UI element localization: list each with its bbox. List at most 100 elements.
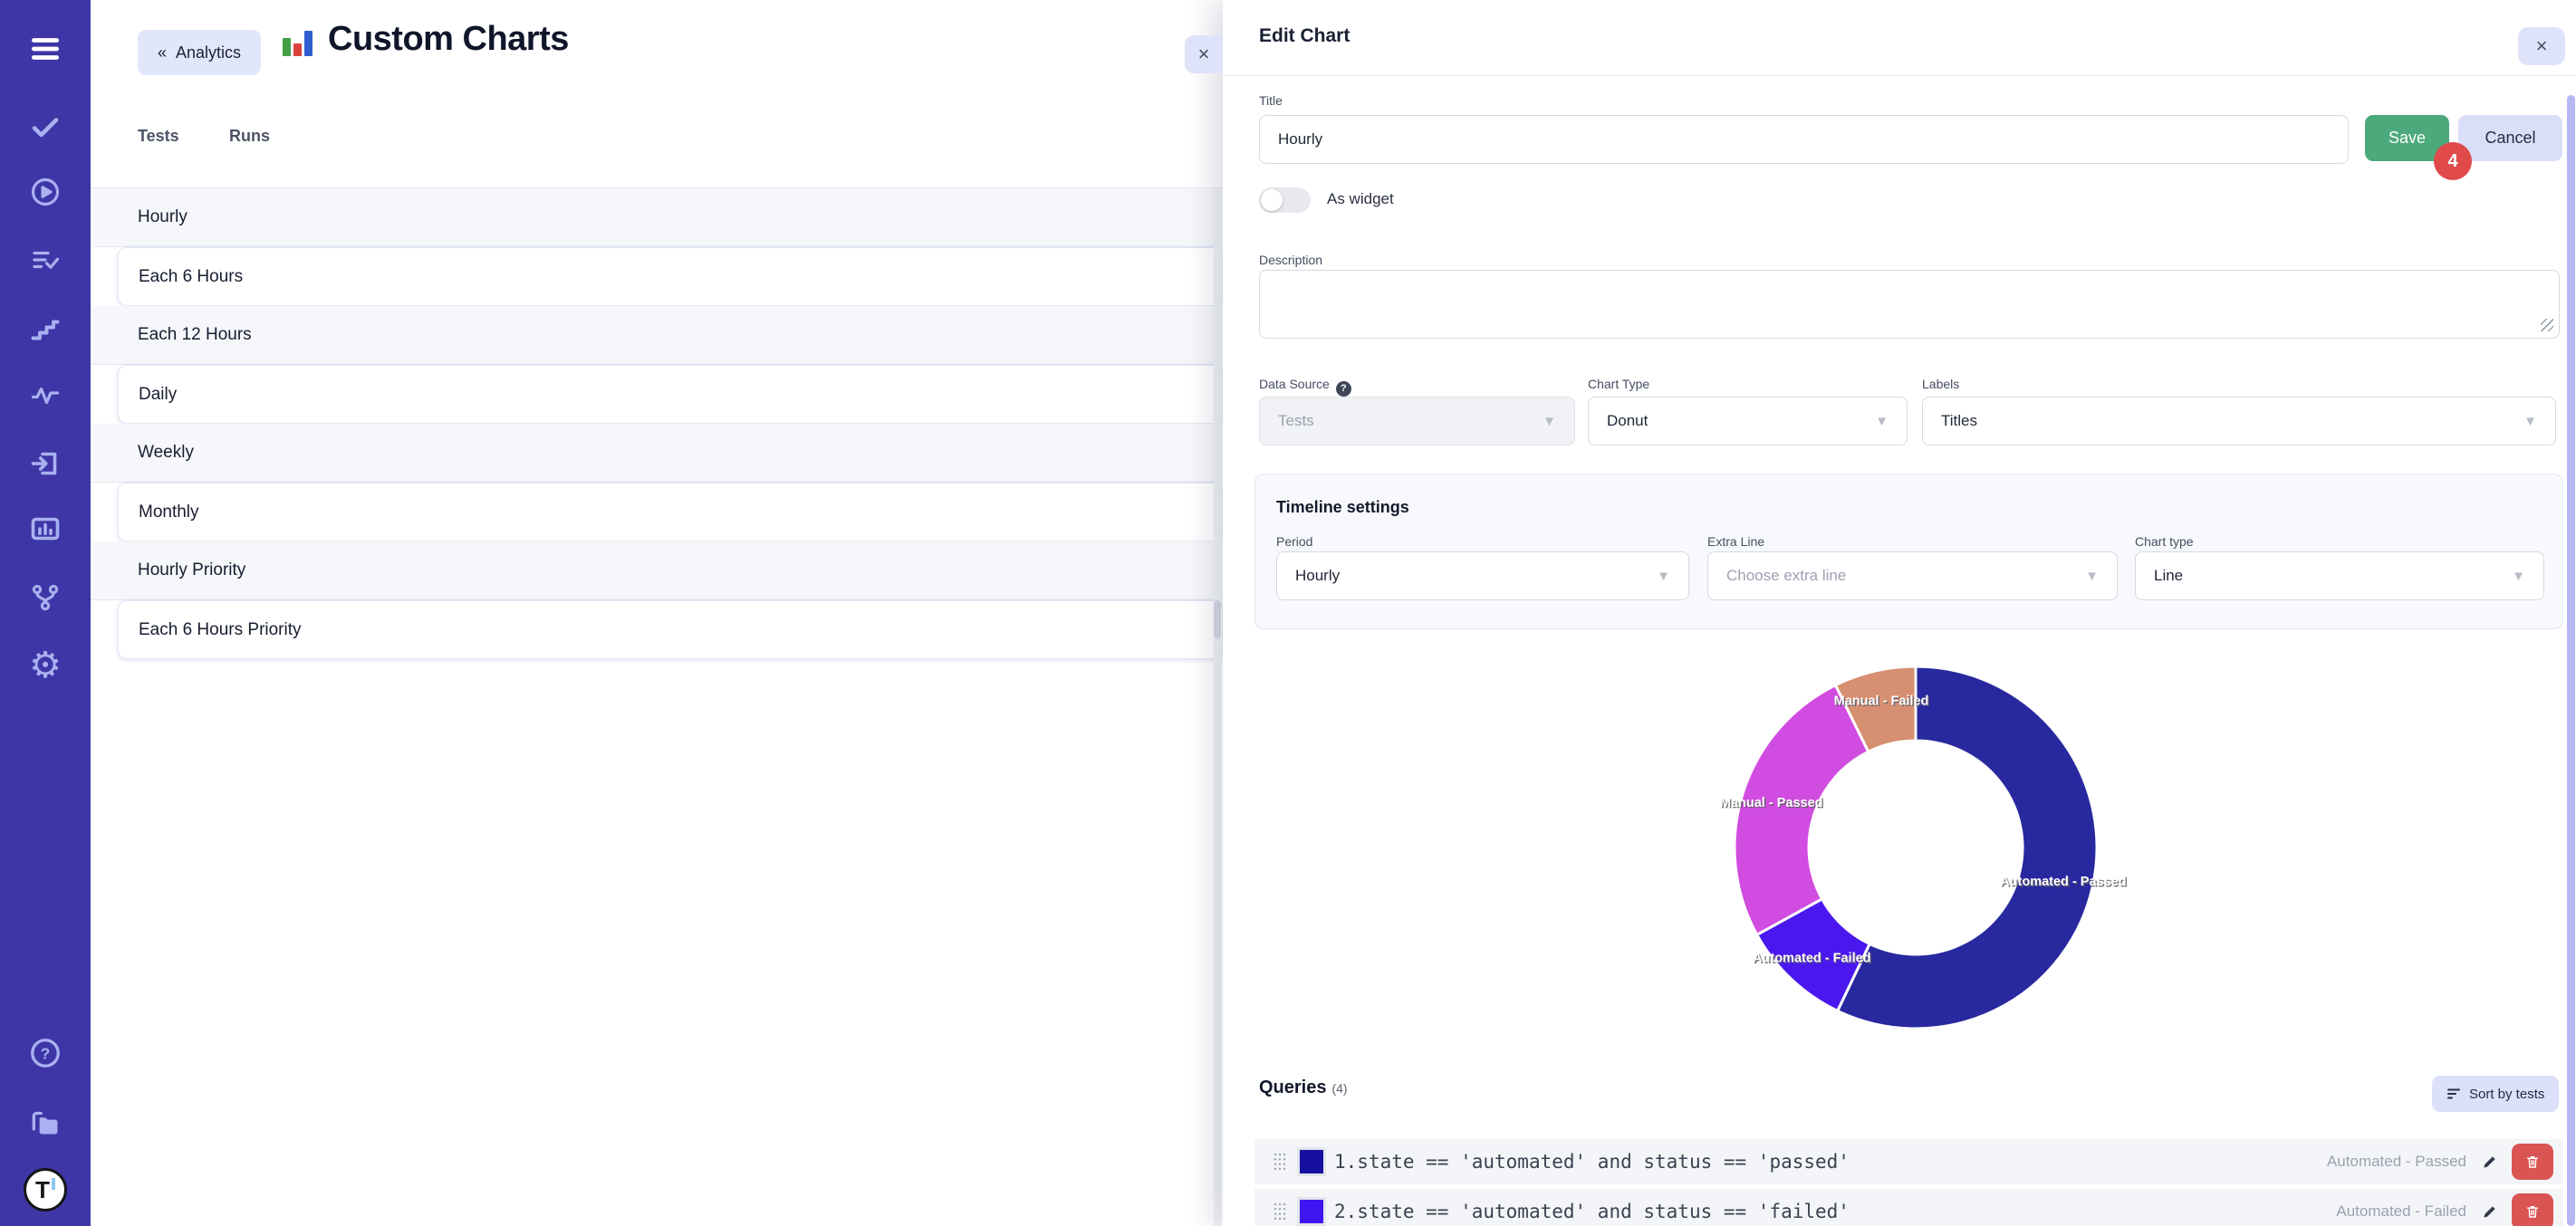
projects-folders-icon[interactable] xyxy=(25,1102,65,1142)
donut-slice-label: Manual - Failed xyxy=(1834,694,1929,708)
chart-list-item[interactable]: Each 12 Hours xyxy=(91,306,1223,365)
hamburger-menu-icon[interactable] xyxy=(25,29,65,69)
runs-play-circle-icon[interactable] xyxy=(25,172,65,212)
edit-pencil-icon[interactable] xyxy=(2481,1153,2499,1171)
trash-icon xyxy=(2524,1153,2541,1171)
chevron-down-icon: ▼ xyxy=(2512,569,2525,584)
donut-slice-label: Automated - Failed xyxy=(1753,951,1871,965)
query-row: 2.state == 'automated' and status == 'fa… xyxy=(1254,1189,2563,1226)
query-row: 1.state == 'automated' and status == 'pa… xyxy=(1254,1139,2563,1184)
list-scrollbar-thumb[interactable] xyxy=(1214,600,1221,638)
title-input-value: Hourly xyxy=(1278,130,1322,148)
chart-list-item-label: Each 6 Hours Priority xyxy=(119,620,302,640)
queries-count-badge: 4 xyxy=(2434,142,2472,180)
chart-list-item[interactable]: Daily xyxy=(118,365,1223,424)
sort-icon xyxy=(2446,1087,2461,1101)
timeline-settings-box: Timeline settings Period Extra Line Char… xyxy=(1254,474,2563,629)
donut-chart: Automated - PassedAutomated - PassedAuto… xyxy=(1680,634,2151,1065)
description-textarea[interactable] xyxy=(1259,270,2560,339)
analytics-pulse-icon[interactable] xyxy=(25,376,65,416)
timeline-chart-type-value: Line xyxy=(2154,567,2183,585)
app-root: ⚙ ? T « Analytics Custom Charts Tests Ru… xyxy=(0,0,2576,1226)
close-icon: × xyxy=(1198,43,1210,66)
chevron-down-icon: ▼ xyxy=(2523,414,2537,429)
chart-list-item[interactable]: Hourly Priority xyxy=(91,541,1223,600)
labels-value: Titles xyxy=(1941,412,1977,430)
cancel-button[interactable]: Cancel xyxy=(2458,115,2562,161)
drawer-close-right-button[interactable]: × xyxy=(2518,27,2565,65)
list-scrollbar-track xyxy=(1214,188,1221,1226)
chart-list-item-label: Hourly xyxy=(91,207,187,227)
title-input[interactable]: Hourly xyxy=(1259,115,2349,164)
drawer-close-left-button[interactable]: × xyxy=(1185,35,1223,73)
drag-handle-icon[interactable] xyxy=(1273,1152,1286,1172)
chart-list-item-label: Each 6 Hours xyxy=(119,267,243,287)
chart-list-item-label: Each 12 Hours xyxy=(91,325,252,345)
query-code: state == 'automated' and status == 'pass… xyxy=(1357,1151,1850,1173)
chart-list-item[interactable]: Hourly xyxy=(91,188,1223,247)
as-widget-label: As widget xyxy=(1327,190,1394,208)
sidebar: ⚙ ? T xyxy=(0,0,91,1226)
labels-select[interactable]: Titles ▼ xyxy=(1922,397,2556,445)
git-branch-icon[interactable] xyxy=(25,578,65,618)
import-sign-in-icon[interactable] xyxy=(25,444,65,484)
svg-text:?: ? xyxy=(41,1044,51,1062)
chart-list-item[interactable]: Monthly xyxy=(118,483,1223,541)
chevron-down-icon: ▼ xyxy=(1657,569,1670,584)
chart-type-value: Donut xyxy=(1607,412,1648,430)
data-source-select[interactable]: Tests ▼ xyxy=(1259,397,1575,445)
help-circle-icon[interactable]: ? xyxy=(1336,381,1351,397)
period-select[interactable]: Hourly ▼ xyxy=(1276,551,1689,600)
bar-chart-emoji-icon xyxy=(281,22,315,58)
app-logo[interactable]: T xyxy=(24,1168,67,1212)
drawer-scrollbar-thumb[interactable] xyxy=(2567,95,2575,1226)
toggle-knob xyxy=(1261,189,1283,211)
delete-query-button[interactable] xyxy=(2512,1193,2553,1226)
edit-pencil-icon[interactable] xyxy=(2481,1202,2499,1221)
custom-charts-panel: « Analytics Custom Charts Tests Runs Hou… xyxy=(91,0,1223,1226)
page-title: Custom Charts xyxy=(281,20,569,59)
chart-list-item[interactable]: Each 6 Hours Priority xyxy=(118,600,1223,659)
back-button-label: Analytics xyxy=(176,43,241,62)
query-series-label: Automated - Failed xyxy=(2336,1202,2466,1221)
chart-list-item[interactable]: Weekly xyxy=(91,424,1223,483)
delete-query-button[interactable] xyxy=(2512,1144,2553,1180)
as-widget-toggle[interactable] xyxy=(1259,187,1311,213)
settings-gear-icon[interactable]: ⚙ xyxy=(25,646,65,685)
chart-list-item[interactable]: Each 6 Hours xyxy=(118,247,1223,306)
sort-by-tests-button[interactable]: Sort by tests xyxy=(2432,1076,2559,1112)
milestones-steps-icon[interactable] xyxy=(25,309,65,349)
drag-handle-icon[interactable] xyxy=(1273,1202,1286,1221)
tab-tests[interactable]: Tests xyxy=(138,127,179,146)
query-code: state == 'automated' and status == 'fail… xyxy=(1357,1201,1850,1222)
drawer-header: Edit Chart × xyxy=(1223,0,2576,76)
close-icon: × xyxy=(2536,34,2548,58)
queries-count: (4) xyxy=(1331,1081,1347,1096)
chart-list-item-label: Hourly Priority xyxy=(91,560,245,580)
reports-bar-chart-icon[interactable] xyxy=(25,509,65,549)
period-value: Hourly xyxy=(1295,567,1340,585)
donut-slice-label: Manual - Passed xyxy=(1720,796,1823,810)
description-label: Description xyxy=(1259,253,1322,267)
back-to-analytics-button[interactable]: « Analytics xyxy=(138,30,261,75)
help-question-icon[interactable]: ? xyxy=(25,1033,65,1073)
tab-runs[interactable]: Runs xyxy=(229,127,270,146)
drawer-title: Edit Chart xyxy=(1259,25,1350,47)
chevron-down-icon: ▼ xyxy=(1543,414,1556,429)
chart-type-select[interactable]: Donut ▼ xyxy=(1588,397,1908,445)
query-rows: 1.state == 'automated' and status == 'pa… xyxy=(1254,1139,2563,1226)
timeline-chart-type-select[interactable]: Line ▼ xyxy=(2135,551,2544,600)
query-color-swatch xyxy=(1297,1197,1326,1226)
tests-check-icon[interactable] xyxy=(25,107,65,147)
query-index: 1. xyxy=(1334,1151,1357,1173)
textarea-resize-grip-icon[interactable] xyxy=(2541,319,2553,331)
chevron-down-icon: ▼ xyxy=(2085,569,2099,584)
chevron-down-icon: ▼ xyxy=(1875,414,1889,429)
edit-chart-drawer: × Edit Chart × Title Hourly Save Cancel … xyxy=(1223,0,2576,1226)
donut-slice-label: Automated - Passed xyxy=(2000,875,2126,889)
query-index: 2. xyxy=(1334,1201,1357,1222)
extra-line-label: Extra Line xyxy=(1707,534,1764,549)
extra-line-select[interactable]: Choose extra line ▼ xyxy=(1707,551,2118,600)
test-plans-playlist-check-icon[interactable] xyxy=(25,240,65,280)
trash-icon xyxy=(2524,1202,2541,1221)
